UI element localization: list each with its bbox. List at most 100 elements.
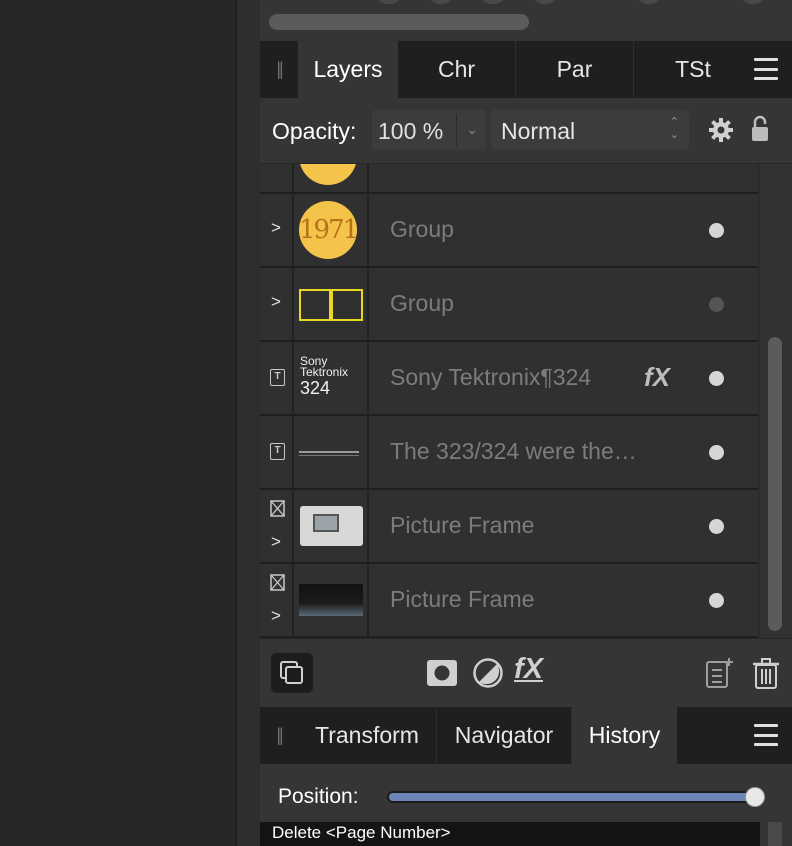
layer-controls: T bbox=[260, 416, 294, 488]
layer-thumbnail bbox=[294, 490, 369, 562]
tab-transform[interactable]: Transform bbox=[298, 707, 437, 764]
tab-navigator[interactable]: Navigator bbox=[437, 707, 572, 764]
panel-grip-icon[interactable]: || bbox=[260, 41, 298, 98]
chevron-right-icon[interactable]: > bbox=[271, 292, 281, 312]
panel-grip-icon[interactable]: || bbox=[260, 707, 298, 764]
year-badge-thumb: 1971 bbox=[299, 201, 359, 259]
text-thumb: Sony Tektronix 324 bbox=[300, 355, 349, 398]
layer-thumbnail bbox=[294, 416, 369, 488]
trash-icon[interactable] bbox=[750, 657, 782, 689]
opacity-input[interactable]: 100 % ⌄ bbox=[372, 110, 486, 150]
chevron-down-icon[interactable]: ⌄ bbox=[466, 121, 478, 138]
year-badge-thumb bbox=[299, 164, 357, 185]
picture-frame-icon bbox=[270, 500, 285, 517]
fx-icon[interactable]: fX bbox=[514, 653, 546, 685]
history-list: Delete <Page Number> bbox=[260, 822, 760, 846]
visibility-dot[interactable] bbox=[709, 593, 724, 608]
photo-screen bbox=[313, 514, 339, 532]
thumb-text-line: 324 bbox=[300, 378, 331, 398]
fx-icon[interactable]: fX bbox=[644, 362, 670, 393]
text-layer-icon: T bbox=[270, 369, 285, 386]
line-thumb bbox=[299, 455, 359, 456]
thumb-text-line: Tektronix bbox=[300, 365, 349, 379]
history-scrollbar[interactable] bbox=[768, 822, 782, 846]
position-label: Position: bbox=[278, 785, 359, 808]
layer-controls: > bbox=[260, 564, 294, 636]
oscilloscope-photo-thumb bbox=[300, 506, 363, 546]
layer-thumbnail: 1971 bbox=[294, 194, 369, 266]
layer-row[interactable]: T Sony Tektronix 324 Sony Tektronix¶324 … bbox=[260, 342, 758, 416]
layer-thumbnail bbox=[294, 164, 369, 192]
tab-character[interactable]: Chr bbox=[398, 41, 516, 98]
rectangles-thumb bbox=[299, 289, 363, 321]
panel-splitter[interactable] bbox=[236, 0, 260, 846]
tab-text-styles[interactable]: TSt bbox=[634, 41, 752, 98]
add-layer-icon[interactable] bbox=[704, 657, 736, 689]
toolbar-icon[interactable] bbox=[742, 0, 764, 4]
opacity-value[interactable]: 100 % bbox=[378, 118, 443, 145]
layer-row[interactable]: > Group bbox=[260, 268, 758, 342]
layer-controls: T bbox=[260, 342, 294, 414]
visibility-dot[interactable] bbox=[709, 371, 724, 386]
top-toolbar-strip bbox=[260, 0, 792, 40]
layer-row[interactable]: > Picture Frame bbox=[260, 490, 758, 564]
layer-name[interactable]: The 323/324 were the… bbox=[390, 438, 637, 465]
horizontal-scrollbar[interactable] bbox=[269, 14, 529, 30]
layer-thumbnail bbox=[294, 268, 369, 340]
history-item[interactable]: Delete <Page Number> bbox=[272, 823, 451, 843]
tab-paragraph[interactable]: Par bbox=[516, 41, 634, 98]
toolbar-icon[interactable] bbox=[430, 0, 452, 4]
lock-icon[interactable] bbox=[750, 115, 770, 143]
lower-tab-bar: || Transform Navigator History bbox=[260, 707, 792, 764]
layer-row[interactable]: > Picture Frame bbox=[260, 564, 758, 638]
layer-name[interactable]: Sony Tektronix¶324 bbox=[390, 364, 591, 391]
toolbar-icon[interactable] bbox=[378, 0, 400, 4]
layer-controls: > bbox=[260, 490, 294, 562]
text-layer-icon: T bbox=[270, 443, 285, 460]
arrange-button[interactable] bbox=[271, 653, 313, 693]
adjustment-icon[interactable] bbox=[472, 657, 504, 689]
layer-name[interactable]: Group bbox=[390, 216, 454, 243]
tab-history[interactable]: History bbox=[572, 707, 677, 764]
layer-controls: > bbox=[260, 268, 294, 340]
layer-name[interactable]: Picture Frame bbox=[390, 586, 534, 613]
document-canvas-area bbox=[0, 0, 236, 846]
visibility-dot[interactable] bbox=[709, 445, 724, 460]
slider-fill bbox=[389, 793, 755, 801]
layer-row[interactable] bbox=[260, 164, 758, 194]
arrange-icon bbox=[280, 661, 303, 684]
visibility-dot[interactable] bbox=[709, 297, 724, 312]
history-panel: Position: Delete <Page Number> bbox=[260, 764, 792, 846]
panel-menu-icon[interactable] bbox=[754, 724, 778, 746]
studio-tab-bar: || Layers Chr Par TSt bbox=[260, 41, 792, 98]
layer-thumbnail bbox=[294, 564, 369, 636]
toolbar-icon[interactable] bbox=[638, 0, 660, 4]
toolbar-icon[interactable] bbox=[534, 0, 556, 4]
opacity-label: Opacity: bbox=[272, 118, 357, 144]
opacity-blend-row: Opacity: 100 % ⌄ Normal ⌃ ⌄ bbox=[260, 98, 792, 164]
layer-row[interactable]: > 1971 Group bbox=[260, 194, 758, 268]
layer-name[interactable]: Group bbox=[390, 290, 454, 317]
visibility-dot[interactable] bbox=[709, 223, 724, 238]
panel-menu-icon[interactable] bbox=[754, 58, 778, 80]
up-down-arrows-icon: ⌃ ⌄ bbox=[669, 116, 679, 141]
slider-knob[interactable] bbox=[745, 787, 765, 807]
toolbar-icon[interactable] bbox=[482, 0, 504, 4]
visibility-dot[interactable] bbox=[709, 519, 724, 534]
mask-icon[interactable] bbox=[426, 657, 458, 689]
field-divider bbox=[456, 114, 457, 146]
history-position-slider[interactable] bbox=[387, 787, 765, 807]
dark-image-thumb bbox=[299, 584, 363, 616]
chevron-right-icon[interactable]: > bbox=[271, 532, 281, 552]
tab-layers[interactable]: Layers bbox=[298, 41, 398, 98]
chevron-right-icon[interactable]: > bbox=[271, 218, 281, 238]
layer-thumbnail: Sony Tektronix 324 bbox=[294, 342, 369, 414]
blend-mode-select[interactable]: Normal ⌃ ⌄ bbox=[491, 110, 689, 150]
layer-row[interactable]: T The 323/324 were the… bbox=[260, 416, 758, 490]
studio-panel: || Layers Chr Par TSt Opacity: 100 % ⌄ N… bbox=[260, 0, 792, 846]
layer-controls: > bbox=[260, 194, 294, 266]
chevron-right-icon[interactable]: > bbox=[271, 606, 281, 626]
gear-icon[interactable] bbox=[708, 117, 734, 143]
layer-name[interactable]: Picture Frame bbox=[390, 512, 534, 539]
layers-scrollbar[interactable] bbox=[768, 337, 782, 631]
